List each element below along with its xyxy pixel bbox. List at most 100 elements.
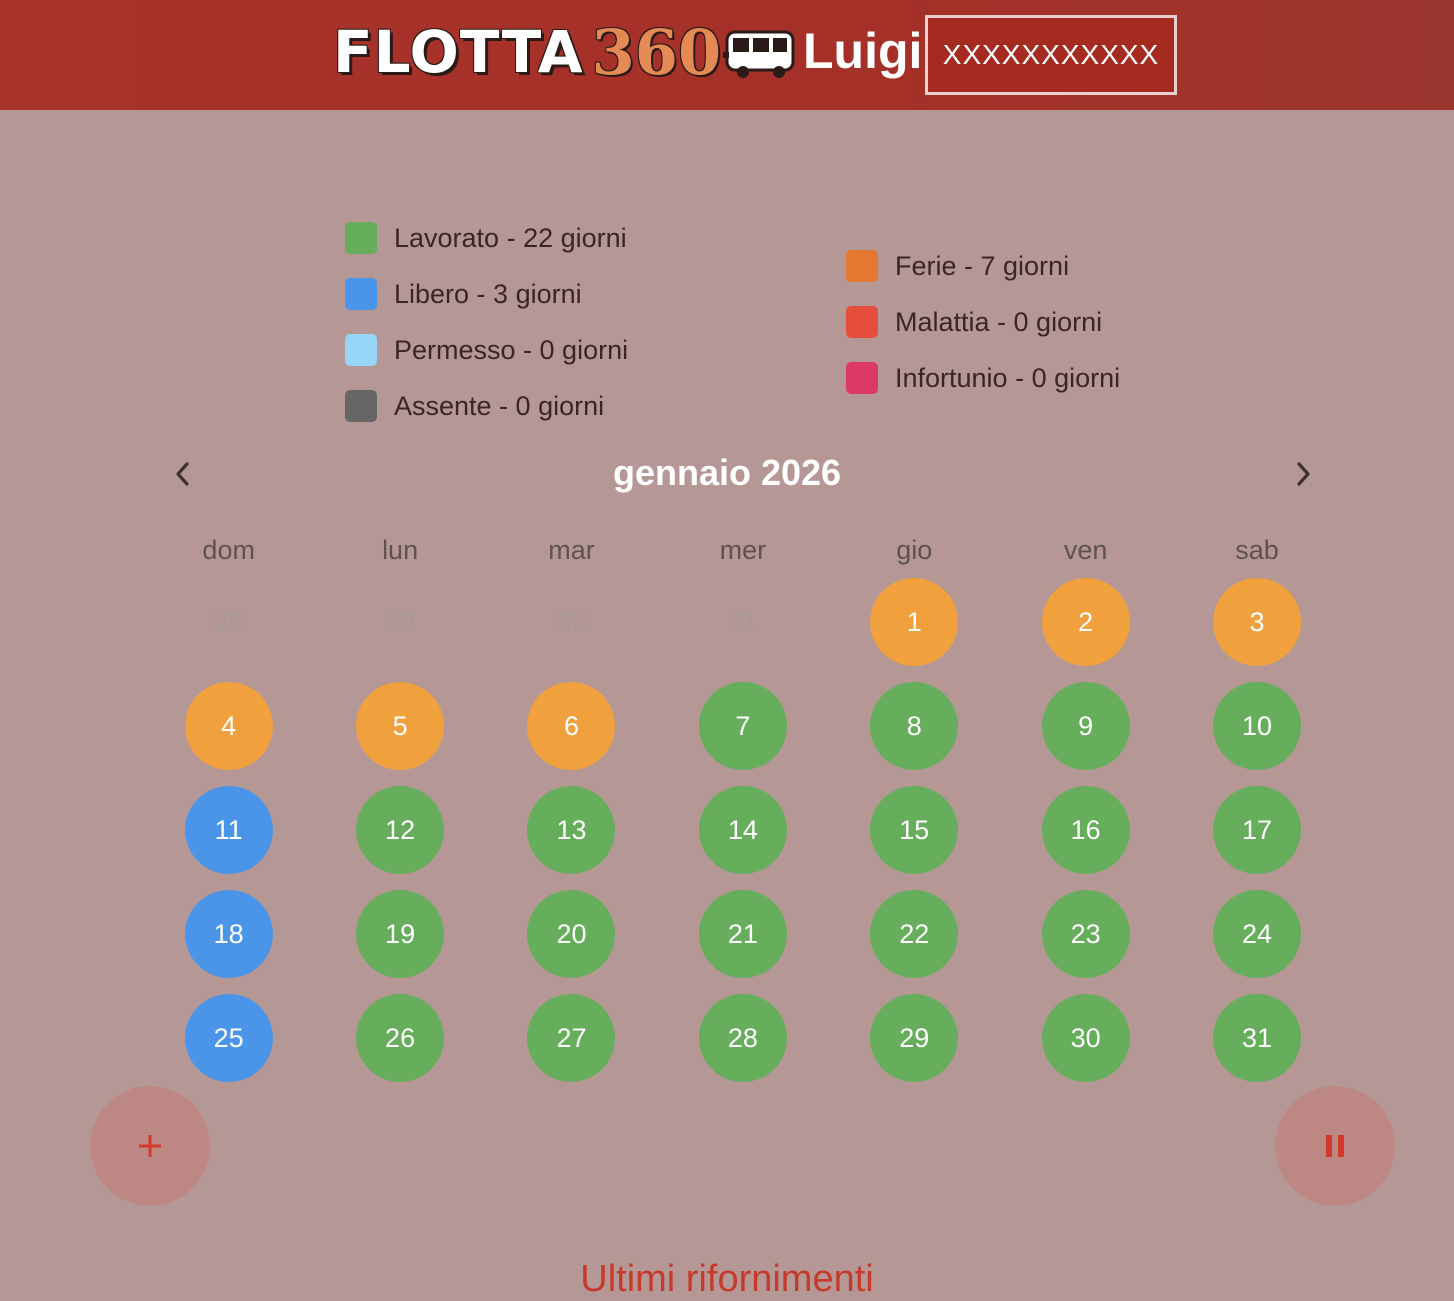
calendar-cell: 28 [657, 986, 828, 1090]
pause-button[interactable] [1275, 1086, 1395, 1206]
day-libero[interactable]: 18 [184, 890, 273, 978]
weekday-label: mar [548, 535, 595, 565]
legend-swatch [846, 362, 878, 394]
calendar-cell: 30 [1000, 986, 1171, 1090]
calendar-cell: 19 [314, 882, 485, 986]
day-lavorato[interactable]: 20 [527, 890, 616, 978]
calendar-cell: 9 [1000, 674, 1171, 778]
legend-swatch [345, 222, 377, 254]
day-lavorato[interactable]: 10 [1213, 682, 1302, 770]
legend-label: Permesso - 0 giorni [394, 334, 629, 365]
day-libero[interactable]: 11 [184, 786, 273, 874]
legend-swatch [345, 334, 377, 366]
weekday-label: ven [1063, 535, 1108, 565]
calendar-cell: 1 [829, 570, 1000, 674]
calendar-cell: 11 [143, 778, 314, 882]
weekday-label: dom [202, 535, 255, 565]
day-lavorato[interactable]: 9 [1041, 682, 1130, 770]
month-navigation: gennaio 2026 [0, 440, 1454, 510]
day-lavorato[interactable]: 19 [356, 890, 445, 978]
outside-month-day[interactable]: 31 [699, 578, 787, 666]
day-lavorato[interactable]: 15 [870, 786, 959, 874]
day-lavorato[interactable]: 22 [870, 890, 959, 978]
day-ferie[interactable]: 1 [870, 578, 959, 666]
day-lavorato[interactable]: 8 [870, 682, 959, 770]
legend-swatch [846, 306, 878, 338]
day-lavorato[interactable]: 27 [527, 994, 616, 1082]
day-lavorato[interactable]: 21 [698, 890, 787, 978]
weekday-header: dom lun mar mer gio ven sab [143, 535, 1343, 566]
legend-swatch [345, 390, 377, 422]
day-lavorato[interactable]: 31 [1213, 994, 1302, 1082]
legend-swatch [345, 278, 377, 310]
calendar-cell: 29 [829, 986, 1000, 1090]
calendar-cell: 18 [143, 882, 314, 986]
legend-left-column: Lavorato - 22 giorni Libero - 3 giorni Per… [345, 210, 628, 434]
day-lavorato[interactable]: 28 [698, 994, 787, 1082]
day-ferie[interactable]: 2 [1041, 578, 1130, 666]
calendar-cell: 5 [314, 674, 485, 778]
calendar-cell: 4 [143, 674, 314, 778]
calendar-cell: 27 [486, 986, 657, 1090]
calendar-cell: 31 [1171, 986, 1342, 1090]
pause-icon [1326, 1135, 1344, 1157]
weekday-label: mer [719, 535, 767, 565]
calendar-cell: 28 [143, 570, 314, 674]
day-ferie[interactable]: 4 [184, 682, 273, 770]
calendar-cell: 21 [657, 882, 828, 986]
day-lavorato[interactable]: 30 [1041, 994, 1130, 1082]
outside-month-day[interactable]: 30 [527, 578, 615, 666]
legend-item: Ferie - 7 giorni [846, 238, 1120, 294]
day-ferie[interactable]: 5 [356, 682, 445, 770]
legend-swatch [846, 250, 878, 282]
day-lavorato[interactable]: 23 [1041, 890, 1130, 978]
day-lavorato[interactable]: 26 [356, 994, 445, 1082]
app-header: FLOTTA 360 Luigi XXXXXXXXXXX [0, 0, 1454, 110]
legend-item: Assente - 0 giorni [345, 378, 628, 434]
day-lavorato[interactable]: 7 [698, 682, 787, 770]
calendar-cell: 10 [1171, 674, 1342, 778]
calendar-cell: 12 [314, 778, 485, 882]
legend-item: Infortunio - 0 giorni [846, 350, 1120, 406]
calendar-cell: 8 [829, 674, 1000, 778]
legend-item: Libero - 3 giorni [345, 266, 628, 322]
add-button[interactable] [90, 1086, 210, 1206]
user-code-field[interactable]: XXXXXXXXXXX [925, 15, 1177, 95]
day-lavorato[interactable]: 13 [527, 786, 616, 874]
legend-label: Lavorato - 22 giorni [394, 222, 627, 253]
calendar-cell: 15 [829, 778, 1000, 882]
legend-item: Permesso - 0 giorni [345, 322, 628, 378]
day-lavorato[interactable]: 16 [1041, 786, 1130, 874]
user-name: Luigi [803, 23, 923, 79]
legend-label: Ferie - 7 giorni [895, 250, 1070, 281]
weekday-label: lun [382, 535, 419, 565]
chevron-right-icon [1297, 462, 1310, 486]
day-ferie[interactable]: 6 [527, 682, 616, 770]
calendar-cell: 25 [143, 986, 314, 1090]
day-lavorato[interactable]: 17 [1213, 786, 1302, 874]
calendar-cell: 24 [1171, 882, 1342, 986]
day-ferie[interactable]: 3 [1213, 578, 1302, 666]
calendar-cell: 3 [1171, 570, 1342, 674]
calendar-cell: 31 [657, 570, 828, 674]
day-lavorato[interactable]: 29 [870, 994, 959, 1082]
legend-label: Infortunio - 0 giorni [895, 362, 1121, 393]
outside-month-day[interactable]: 29 [356, 578, 444, 666]
plus-icon [139, 1135, 161, 1157]
calendar-cell: 30 [486, 570, 657, 674]
calendar-cell: 23 [1000, 882, 1171, 986]
weekday-label: sab [1235, 535, 1279, 565]
calendar-cell: 17 [1171, 778, 1342, 882]
day-lavorato[interactable]: 14 [698, 786, 787, 874]
logo-number: 360 [591, 15, 722, 89]
legend-item: Malattia - 0 giorni [846, 294, 1120, 350]
month-title: gennaio 2026 [612, 452, 842, 493]
next-month-button[interactable] [1283, 454, 1323, 494]
calendar-cell: 26 [314, 986, 485, 1090]
day-lavorato[interactable]: 12 [356, 786, 445, 874]
day-libero[interactable]: 25 [184, 994, 273, 1082]
flotta360-logo: FLOTTA 360 [333, 15, 801, 89]
day-lavorato[interactable]: 24 [1213, 890, 1302, 978]
legend-label: Malattia - 0 giorni [895, 306, 1103, 337]
outside-month-day[interactable]: 28 [185, 578, 273, 666]
